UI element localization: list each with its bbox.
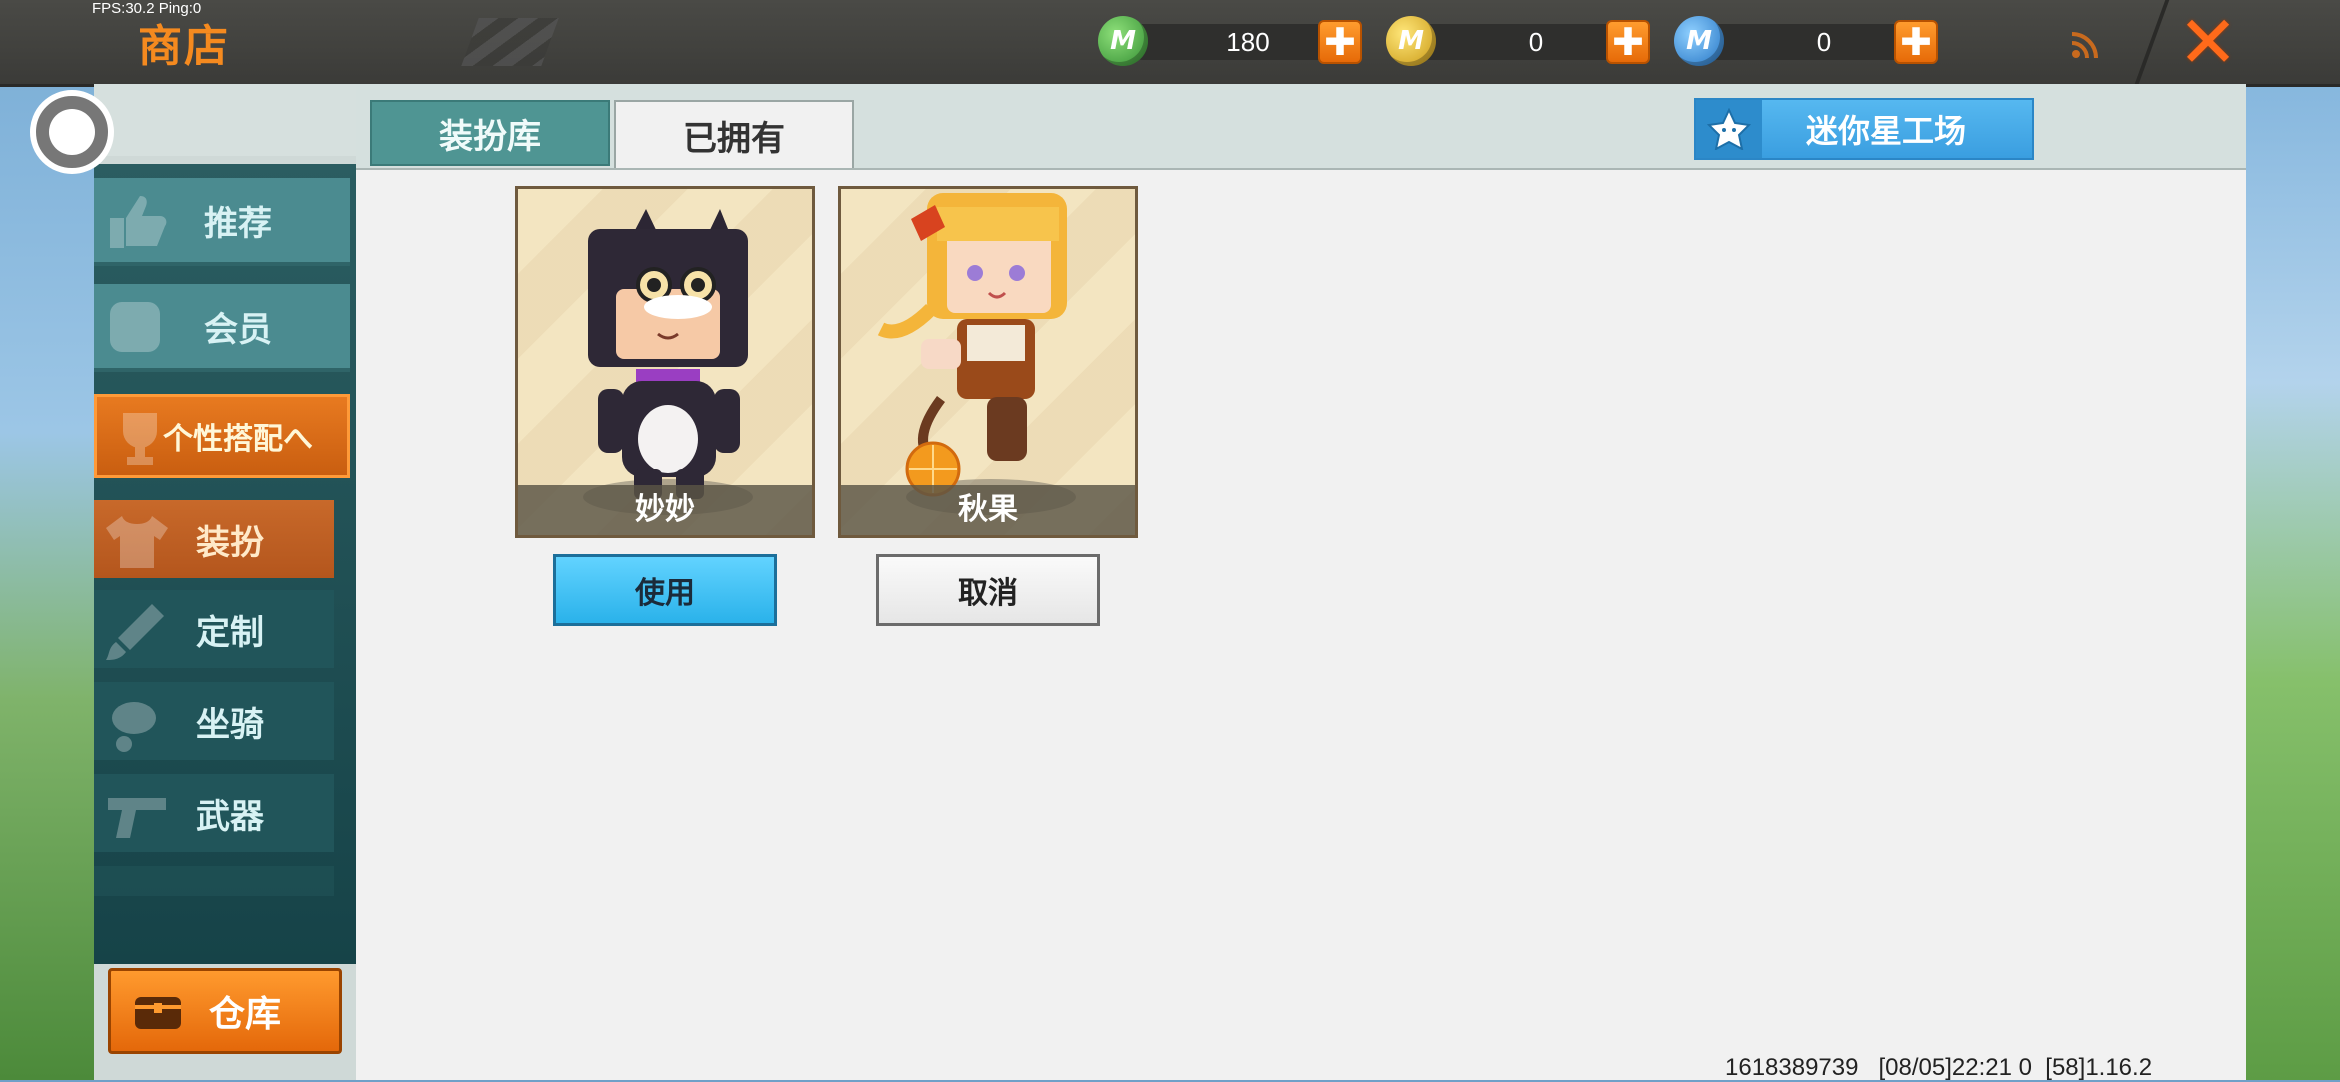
thumbs-up-icon xyxy=(110,196,167,248)
green-gem-icon: M xyxy=(1098,16,1148,66)
sidebar-item-more xyxy=(94,866,334,896)
sidebar-item-weapon[interactable]: 武器 xyxy=(94,774,334,852)
rss-icon[interactable] xyxy=(2070,30,2100,60)
decorative-stripe xyxy=(461,18,559,66)
page-title: 商店 xyxy=(138,21,230,72)
add-gold-currency-button[interactable]: ✚ xyxy=(1606,20,1650,64)
blue-coin-icon: M xyxy=(1674,16,1724,66)
skin-name: 妙妙 xyxy=(518,485,812,535)
shirt-icon xyxy=(106,516,168,568)
sidebar-item-style[interactable]: 个性搭配へ xyxy=(94,394,350,478)
cancel-skin-button[interactable]: 取消 xyxy=(876,554,1100,626)
sidebar-item-member[interactable]: 会员 xyxy=(94,284,350,372)
member-icon xyxy=(110,302,160,352)
brush-icon xyxy=(106,604,164,660)
divider xyxy=(2134,0,2170,84)
use-skin-button[interactable]: 使用 xyxy=(553,554,777,626)
sidebar-nav: 推荐 会员 个性搭配へ 装扮 定制 坐骑 武器 xyxy=(94,164,356,964)
tab-owned[interactable]: 已拥有 xyxy=(614,100,854,168)
skin-card-miaomiao[interactable]: 妙妙 xyxy=(515,186,815,538)
add-blue-currency-button[interactable]: ✚ xyxy=(1894,20,1938,64)
sidebar-item-mount[interactable]: 坐骑 xyxy=(94,682,334,760)
build-info: 1618389739 [08/05]22:21 0 [58]1.16.2 xyxy=(1725,1054,2153,1081)
gun-icon xyxy=(108,798,166,838)
sidebar: 推荐 会员 个性搭配へ 装扮 定制 坐骑 武器 仓库 xyxy=(94,84,356,1080)
sidebar-header xyxy=(94,84,356,156)
floating-menu-button[interactable] xyxy=(30,90,114,174)
mount-icon xyxy=(112,702,156,752)
background-left xyxy=(0,84,100,1080)
tabs-bar: 装扮库 已拥有 迷你星工场 xyxy=(356,84,2246,170)
chest-icon xyxy=(135,997,181,1029)
star-icon xyxy=(1696,100,1762,158)
background-right xyxy=(2245,84,2340,1080)
add-green-currency-button[interactable]: ✚ xyxy=(1318,20,1362,64)
sidebar-item-outfit[interactable]: 装扮 xyxy=(94,500,334,578)
tab-outfit-library[interactable]: 装扮库 xyxy=(370,100,610,166)
sidebar-item-custom[interactable]: 定制 xyxy=(94,590,334,668)
sidebar-item-recommend[interactable]: 推荐 xyxy=(94,178,350,266)
gold-coin-icon: M xyxy=(1386,16,1436,66)
close-button[interactable]: ✕ xyxy=(2172,6,2244,78)
warehouse-button[interactable]: 仓库 xyxy=(108,968,342,1054)
skin-card-qiuguo[interactable]: 秋果 xyxy=(838,186,1138,538)
main-content: 装扮库 已拥有 迷你星工场 妙妙 使用 秋果 取消 xyxy=(356,84,2246,1080)
close-icon: ✕ xyxy=(2177,0,2239,84)
top-bar: FPS:30.2 Ping:0 商店 180 M ✚ 0 M ✚ 0 M ✚ ✕ xyxy=(0,0,2340,87)
skin-name: 秋果 xyxy=(841,485,1135,535)
mini-workshop-button[interactable]: 迷你星工场 xyxy=(1694,98,2034,160)
